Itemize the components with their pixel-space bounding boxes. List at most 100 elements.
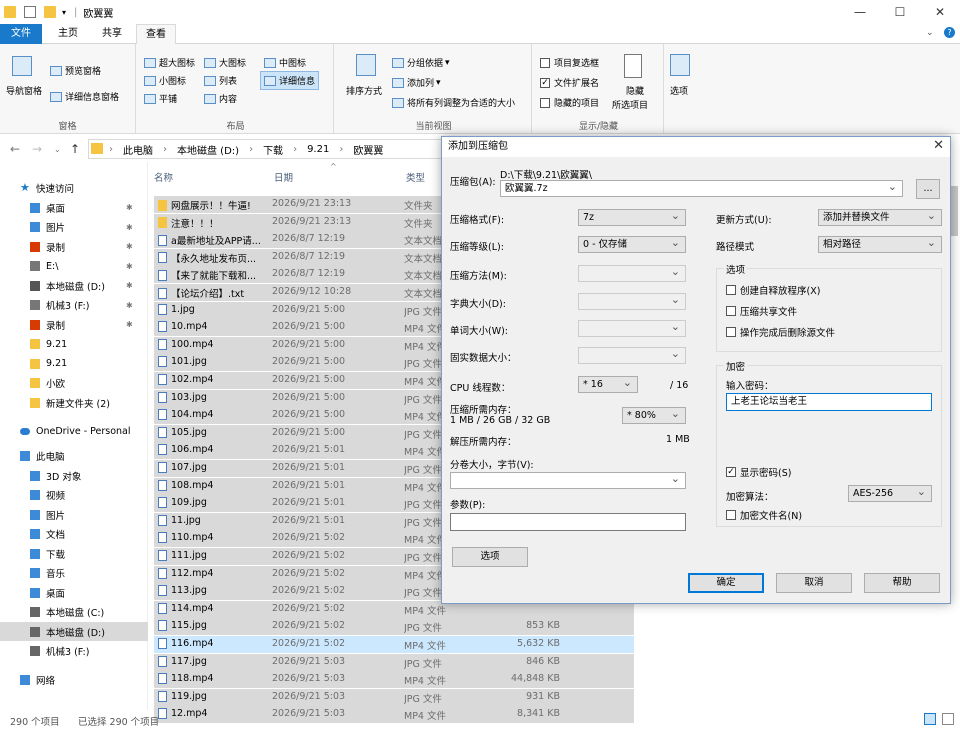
cancel-button[interactable]: 取消: [776, 573, 852, 593]
breadcrumb-downloads[interactable]: 下载: [263, 142, 283, 157]
layout-small[interactable]: 小图标: [144, 74, 186, 87]
add-columns-button[interactable]: 添加列 ▾: [392, 76, 441, 89]
nav-pane-button[interactable]: 导航窗格: [6, 84, 42, 97]
breadcrumb-9-21[interactable]: 9.21: [307, 144, 329, 155]
nav-pc-item[interactable]: 视频: [0, 486, 148, 505]
hide-selected-label-2[interactable]: 所选项目: [612, 98, 648, 111]
params-input[interactable]: [450, 513, 686, 531]
layout-extra-large[interactable]: 超大图标: [144, 56, 195, 69]
mem-combo[interactable]: * 80%: [622, 406, 686, 424]
nav-pc-item[interactable]: 本地磁盘 (C:): [0, 603, 148, 622]
forward-icon[interactable]: →: [32, 142, 42, 156]
layout-content[interactable]: 内容: [204, 92, 237, 105]
up-icon[interactable]: ↑: [70, 142, 80, 156]
nav-network[interactable]: 网络: [0, 670, 148, 689]
item-checkboxes-toggle[interactable]: 项目复选框: [540, 56, 599, 69]
archive-name-combo[interactable]: 欧翼翼.7z: [500, 179, 903, 197]
scrollbar-thumb[interactable]: [950, 186, 958, 236]
nav-pc-item[interactable]: 音乐: [0, 564, 148, 583]
enc-method-combo[interactable]: AES-256: [848, 484, 932, 502]
opt-delete[interactable]: 操作完成后删除源文件: [726, 325, 835, 339]
nav-quick-access[interactable]: ★ 快速访问: [0, 178, 148, 197]
table-row[interactable]: 118.mp4 2026/9/21 5:03 MP4 文件 44,848 KB: [154, 671, 634, 689]
breadcrumb-current[interactable]: 欧翼翼: [353, 142, 383, 157]
layout-medium[interactable]: 中图标: [264, 56, 306, 69]
opt-shared[interactable]: 压缩共享文件: [726, 304, 797, 318]
layout-list[interactable]: 列表: [204, 74, 237, 87]
nav-pc-item[interactable]: 文档: [0, 525, 148, 544]
nav-onedrive[interactable]: OneDrive - Personal: [0, 422, 148, 441]
nav-pc-item[interactable]: 机械3 (F:): [0, 642, 148, 661]
update-combo[interactable]: 添加并替换文件: [818, 208, 942, 226]
sort-by-button[interactable]: 排序方式: [346, 84, 382, 97]
size-columns-button[interactable]: 将所有列调整为合适的大小: [392, 96, 515, 109]
details-pane-button[interactable]: 详细信息窗格: [50, 90, 119, 103]
ok-button[interactable]: 确定: [688, 573, 764, 593]
tab-share[interactable]: 共享: [90, 24, 134, 44]
nav-quick-item[interactable]: 小欧: [0, 374, 148, 393]
format-combo[interactable]: 7z: [578, 208, 686, 226]
nav-pc-item[interactable]: 本地磁盘 (D:): [0, 622, 148, 641]
hidden-items-toggle[interactable]: 隐藏的项目: [540, 96, 599, 109]
layout-tiles[interactable]: 平铺: [144, 92, 177, 105]
breadcrumb-drive-d[interactable]: 本地磁盘 (D:): [177, 142, 239, 157]
encrypt-names[interactable]: 加密文件名(N): [726, 508, 802, 522]
tab-home[interactable]: 主页: [48, 24, 88, 44]
back-icon[interactable]: ←: [10, 142, 20, 156]
nav-quick-item[interactable]: 录制 ✱: [0, 237, 148, 256]
preview-pane-button[interactable]: 预览窗格: [50, 64, 101, 77]
quick-access-dropdown-icon[interactable]: ▾: [62, 8, 66, 17]
group-by-button[interactable]: 分组依据 ▾: [392, 56, 450, 69]
maximize-icon[interactable]: ☐: [880, 0, 920, 24]
column-header-name[interactable]: 名称: [154, 170, 173, 184]
nav-quick-item[interactable]: 新建文件夹 (2): [0, 393, 148, 412]
ribbon-collapse-icon[interactable]: ⌄: [926, 28, 934, 38]
close-icon[interactable]: ✕: [920, 0, 960, 24]
nav-quick-item[interactable]: 图片 ✱: [0, 218, 148, 237]
nav-quick-item[interactable]: 桌面 ✱: [0, 198, 148, 217]
nav-quick-item[interactable]: 本地磁盘 (D:) ✱: [0, 276, 148, 295]
nav-quick-item[interactable]: 录制 ✱: [0, 315, 148, 334]
help-button[interactable]: 帮助: [864, 573, 940, 593]
nav-quick-item[interactable]: 9.21: [0, 354, 148, 373]
browse-button[interactable]: ...: [916, 179, 940, 199]
nav-quick-item[interactable]: E:\ ✱: [0, 257, 148, 276]
password-input[interactable]: 上老王论坛当老王: [726, 393, 932, 411]
dialog-close-icon[interactable]: ✕: [933, 138, 944, 153]
tab-file[interactable]: 文件: [0, 24, 42, 44]
show-password[interactable]: ✓ 显示密码(S): [726, 465, 791, 479]
tab-view[interactable]: 查看: [136, 24, 176, 45]
table-row[interactable]: 116.mp4 2026/9/21 5:02 MP4 文件 5,632 KB: [154, 636, 634, 653]
large-icons-view-icon[interactable]: [942, 713, 954, 725]
threads-combo[interactable]: * 16: [578, 375, 638, 393]
nav-pc-item[interactable]: 桌面: [0, 583, 148, 602]
new-folder-icon[interactable]: [44, 6, 56, 18]
split-combo[interactable]: [450, 471, 686, 489]
opt-sfx[interactable]: 创建自释放程序(X): [726, 283, 820, 297]
options-button[interactable]: 选项: [452, 547, 528, 567]
nav-quick-item[interactable]: 9.21: [0, 335, 148, 354]
level-combo[interactable]: 0 - 仅存储: [578, 235, 686, 253]
options-button[interactable]: 选项: [670, 84, 688, 97]
table-row[interactable]: 119.jpg 2026/9/21 5:03 JPG 文件 931 KB: [154, 688, 634, 706]
table-row[interactable]: 115.jpg 2026/9/21 5:02 JPG 文件 853 KB: [154, 618, 634, 636]
minimize-icon[interactable]: —: [840, 0, 880, 24]
hide-selected-label-1[interactable]: 隐藏: [626, 84, 644, 97]
layout-large[interactable]: 大图标: [204, 56, 246, 69]
path-combo[interactable]: 相对路径: [818, 235, 942, 253]
column-header-date[interactable]: 日期: [274, 170, 293, 184]
table-row[interactable]: 117.jpg 2026/9/21 5:03 JPG 文件 846 KB: [154, 653, 634, 671]
column-header-type[interactable]: 类型: [406, 170, 425, 184]
help-icon[interactable]: ?: [944, 27, 955, 38]
nav-pc-item[interactable]: 下载: [0, 544, 148, 563]
properties-icon[interactable]: [24, 6, 36, 18]
nav-quick-item[interactable]: 机械3 (F:) ✱: [0, 296, 148, 315]
nav-pc-item[interactable]: 3D 对象: [0, 466, 148, 485]
breadcrumb-this-pc[interactable]: 此电脑: [123, 142, 153, 157]
layout-details[interactable]: 详细信息: [260, 71, 320, 90]
recent-dropdown-icon[interactable]: ⌄: [54, 145, 61, 154]
nav-this-pc[interactable]: 此电脑: [0, 446, 148, 465]
nav-pc-item[interactable]: 图片: [0, 505, 148, 524]
file-extensions-toggle[interactable]: ✓ 文件扩展名: [540, 76, 599, 89]
details-view-icon[interactable]: [924, 713, 936, 725]
